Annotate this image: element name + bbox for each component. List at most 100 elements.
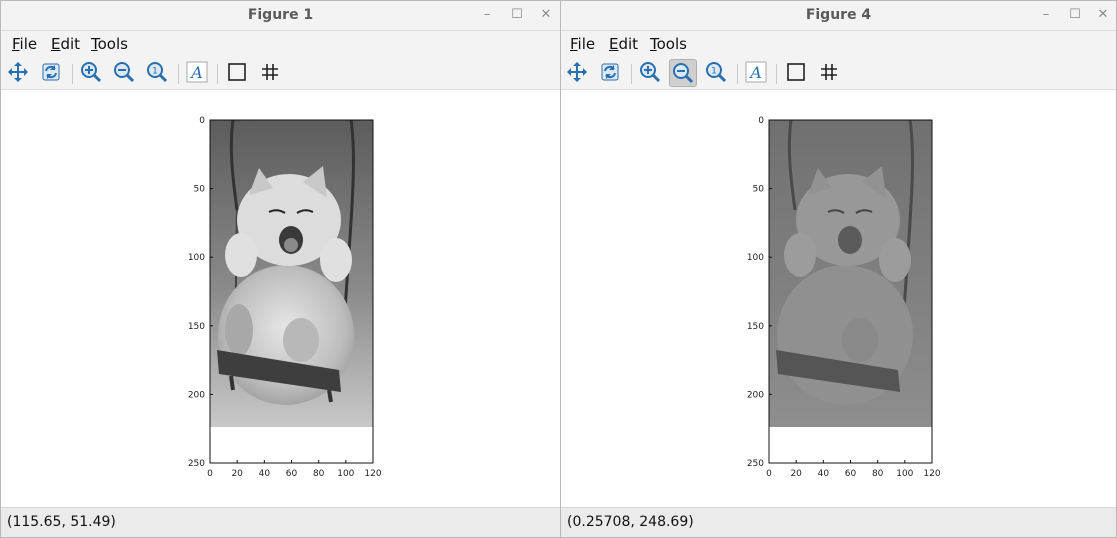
y-tick-label: 0	[758, 116, 764, 126]
x-tick-label: 120	[364, 469, 381, 479]
toolbar-separator	[72, 64, 73, 84]
x-tick-label: 40	[259, 469, 271, 479]
y-tick-label: 200	[188, 390, 205, 400]
x-tick-label: 80	[313, 469, 325, 479]
y-tick-label: 100	[747, 253, 764, 263]
toolbar-separator	[178, 64, 179, 84]
axes-plot[interactable]: 0 20 40 60 80 100 120 0 50 100 150 200 250	[1, 90, 560, 510]
zoom-in-button[interactable]	[637, 59, 665, 87]
figure-window-1: Figure 1 – ☐ ✕ File Edit Tools 1 A 0 20 …	[0, 0, 561, 538]
y-tick-label: 250	[747, 459, 764, 469]
y-tick-label: 200	[747, 390, 764, 400]
x-tick-label: 20	[790, 469, 802, 479]
y-tick-label: 100	[188, 253, 205, 263]
menu-tools[interactable]: Tools	[650, 35, 687, 53]
menu-edit[interactable]: Edit	[609, 35, 638, 53]
x-tick-label: 120	[923, 469, 940, 479]
status-bar: (0.25708, 248.69)	[561, 507, 1116, 537]
zoom-in-button[interactable]	[78, 59, 106, 87]
maximize-icon[interactable]: ☐	[1064, 5, 1086, 25]
y-tick-label: 50	[194, 185, 206, 195]
menu-tools-label: ools	[97, 35, 128, 53]
svg-text:1: 1	[711, 67, 717, 77]
figure-canvas[interactable]: 0 20 40 60 80 100 120 0 50 100 150 200 250	[1, 90, 560, 508]
menu-bar: File Edit Tools	[561, 31, 1116, 58]
y-axis: 0 50 100 150 200 250	[188, 116, 213, 469]
text-icon: A	[186, 61, 208, 83]
menu-tools-label: ools	[656, 35, 687, 53]
zoom-out-icon	[673, 63, 694, 84]
rotate-button[interactable]	[38, 59, 66, 87]
menu-bar: File Edit Tools	[1, 31, 560, 58]
zoom-out-icon	[114, 62, 135, 83]
pan-icon	[567, 62, 587, 82]
cursor-coordinates: (0.25708, 248.69)	[567, 514, 694, 530]
pan-button[interactable]	[564, 59, 592, 87]
close-icon[interactable]: ✕	[535, 5, 557, 25]
y-tick-label: 150	[747, 322, 764, 332]
x-tick-label: 60	[286, 469, 298, 479]
y-tick-label: 250	[188, 459, 205, 469]
x-tick-label: 20	[231, 469, 243, 479]
menu-tools[interactable]: Tools	[91, 35, 128, 53]
menu-file[interactable]: File	[570, 35, 595, 53]
svg-text:A: A	[748, 63, 762, 82]
zoom-reset-icon: 1	[147, 62, 168, 83]
kitten-image	[769, 119, 932, 427]
svg-text:A: A	[189, 63, 203, 82]
rotate-button[interactable]	[597, 59, 625, 87]
box-icon	[787, 63, 805, 81]
x-tick-label: 0	[766, 469, 772, 479]
axes-plot[interactable]: 0 20 40 60 80 100 120 0 50 100 150 200 250	[561, 90, 1116, 510]
grid-button[interactable]	[816, 59, 844, 87]
box-button[interactable]	[783, 59, 811, 87]
maximize-icon[interactable]: ☐	[506, 5, 528, 25]
pan-button[interactable]	[5, 59, 33, 87]
y-tick-label: 150	[188, 322, 205, 332]
title-bar[interactable]: Figure 1 – ☐ ✕	[1, 1, 560, 31]
text-button[interactable]: A	[184, 59, 212, 87]
menu-file-label: ile	[19, 35, 38, 53]
toolbar-separator	[776, 64, 777, 84]
kitten-image	[210, 119, 373, 427]
x-tick-label: 40	[818, 469, 830, 479]
menu-edit-label: dit	[618, 35, 639, 53]
toolbar: 1 A	[561, 58, 1116, 90]
toolbar: 1 A	[1, 58, 560, 90]
svg-text:1: 1	[152, 67, 158, 77]
title-bar[interactable]: Figure 4 – ☐ ✕	[561, 1, 1116, 31]
y-tick-label: 50	[753, 185, 765, 195]
zoom-reset-button[interactable]: 1	[703, 59, 731, 87]
zoom-out-button[interactable]	[111, 59, 139, 87]
x-tick-label: 60	[845, 469, 857, 479]
close-icon[interactable]: ✕	[1092, 5, 1114, 25]
toolbar-separator	[737, 64, 738, 84]
minimize-icon[interactable]: –	[1035, 5, 1057, 25]
text-button[interactable]: A	[743, 59, 771, 87]
grid-button[interactable]	[257, 59, 285, 87]
zoom-out-button[interactable]	[669, 59, 697, 87]
zoom-reset-button[interactable]: 1	[144, 59, 172, 87]
zoom-in-icon	[640, 62, 661, 83]
grid-icon	[262, 64, 278, 80]
box-icon	[228, 63, 246, 81]
minimize-icon[interactable]: –	[476, 5, 498, 25]
zoom-reset-icon: 1	[706, 62, 727, 83]
y-axis: 0 50 100 150 200 250	[747, 116, 772, 469]
box-button[interactable]	[224, 59, 252, 87]
x-tick-label: 0	[207, 469, 213, 479]
toolbar-separator	[217, 64, 218, 84]
y-tick-label: 0	[199, 116, 205, 126]
status-bar: (115.65, 51.49)	[1, 507, 560, 537]
x-tick-label: 80	[872, 469, 884, 479]
cursor-coordinates: (115.65, 51.49)	[7, 514, 116, 530]
window-title: Figure 4	[805, 7, 872, 23]
figure-window-4: Figure 4 – ☐ ✕ File Edit Tools 1 A 0 20 …	[560, 0, 1117, 538]
menu-file[interactable]: File	[12, 35, 37, 53]
x-tick-label: 100	[896, 469, 913, 479]
zoom-in-icon	[81, 62, 102, 83]
toolbar-separator	[631, 64, 632, 84]
figure-canvas[interactable]: 0 20 40 60 80 100 120 0 50 100 150 200 250	[561, 90, 1116, 508]
text-icon: A	[745, 61, 767, 83]
menu-edit[interactable]: Edit	[51, 35, 80, 53]
